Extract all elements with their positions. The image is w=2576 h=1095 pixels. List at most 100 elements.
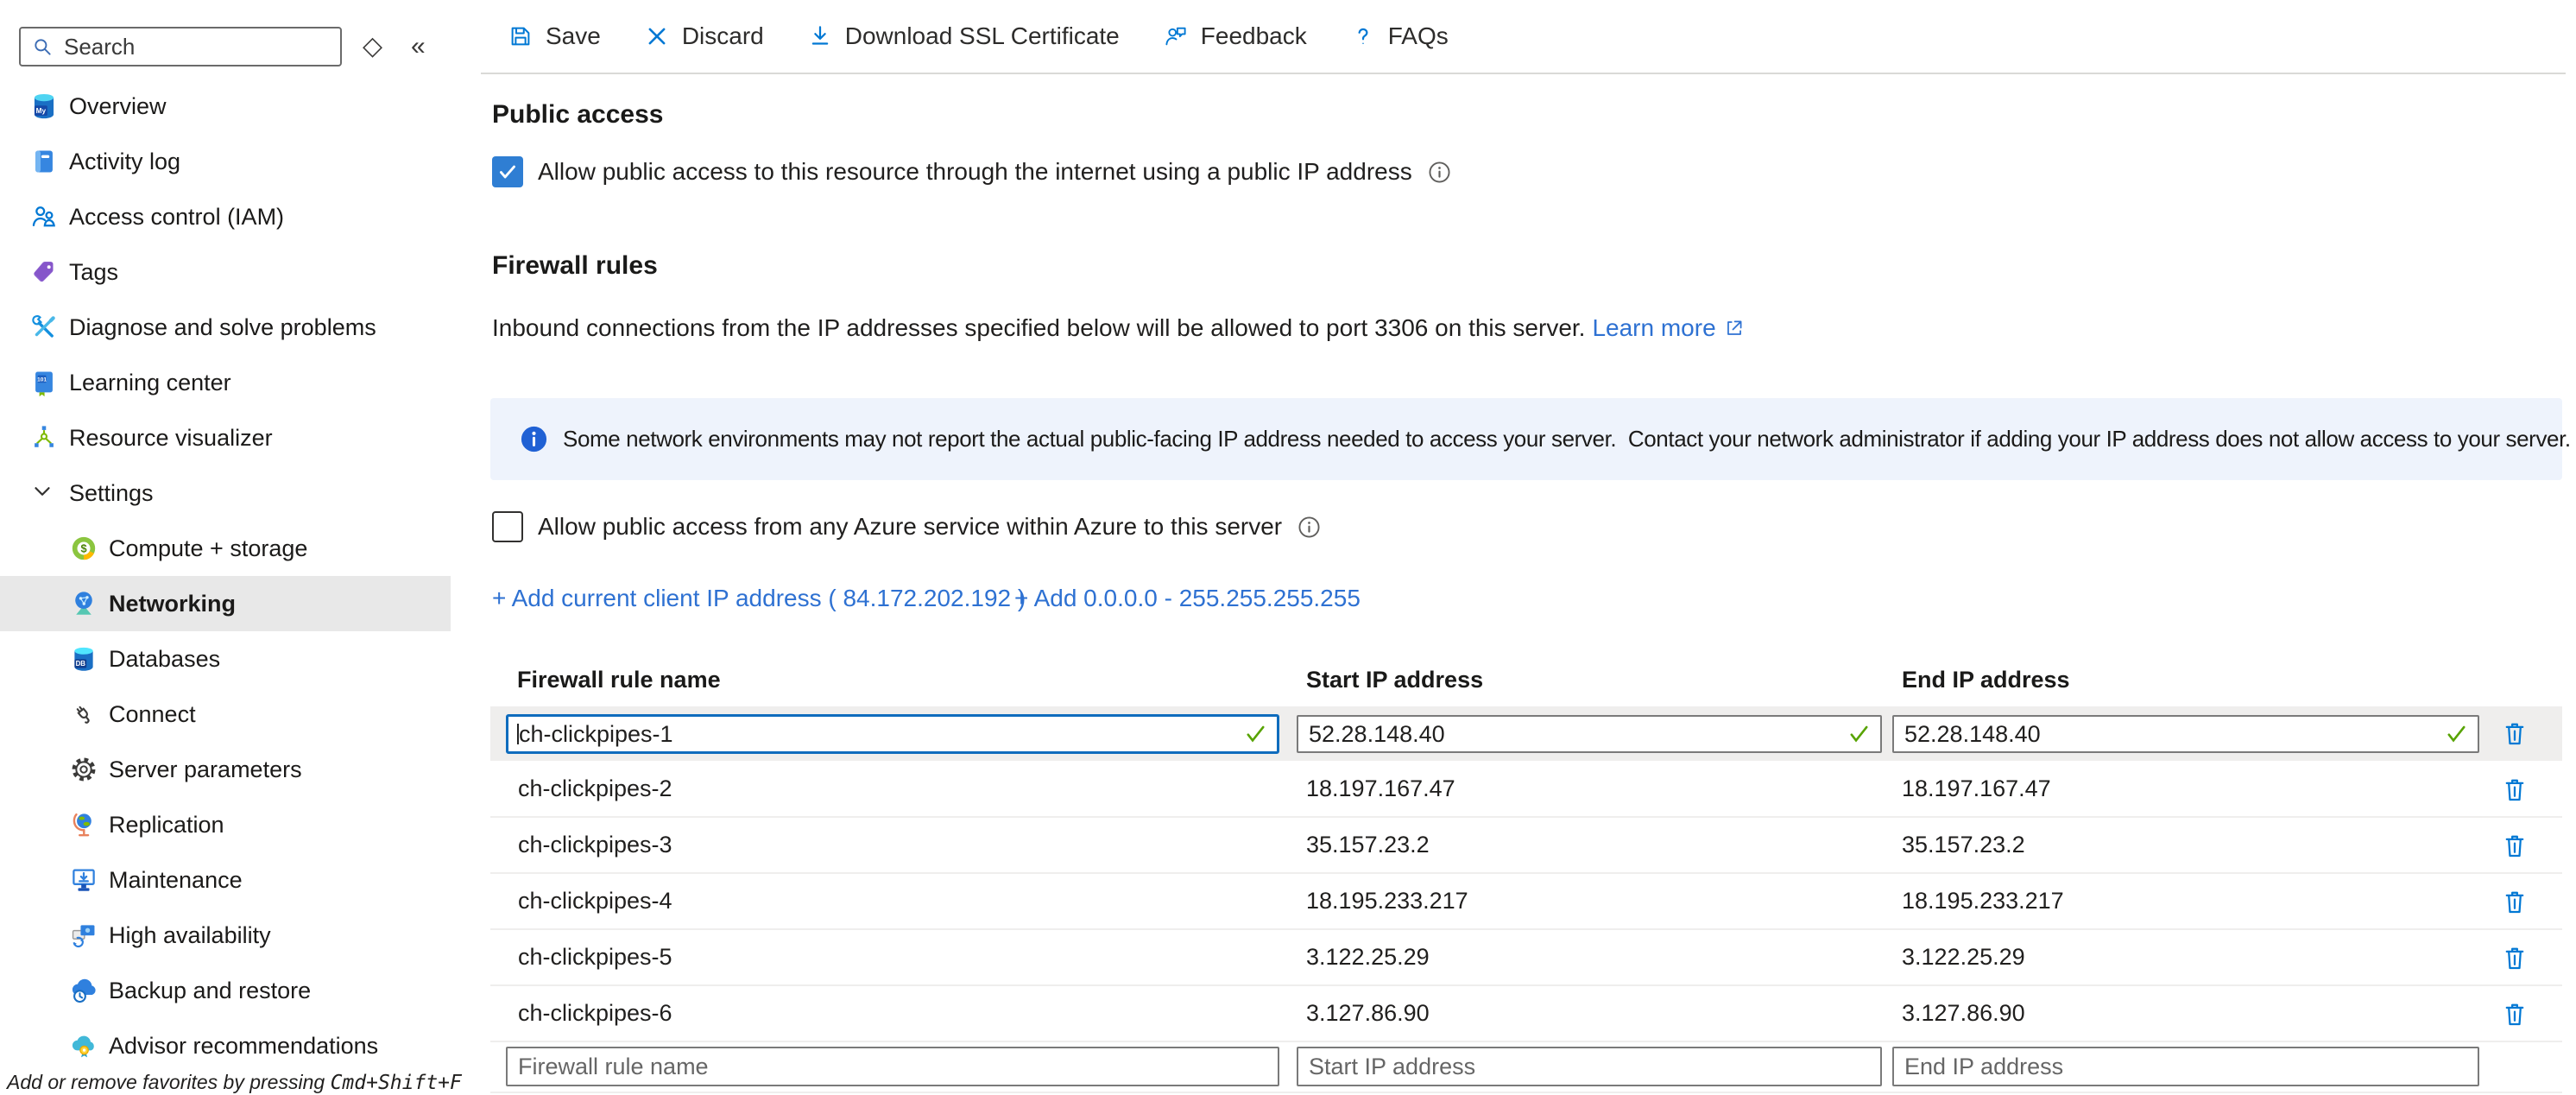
delete-rule-button[interactable] [2500,999,2529,1029]
access-control-icon [29,202,59,231]
sidebar-item-diagnose[interactable]: Diagnose and solve problems [0,300,451,355]
info-icon[interactable] [1297,516,1321,539]
info-icon[interactable] [1428,161,1451,184]
sidebar-item-advisor-recommendations[interactable]: Advisor recommendations [0,1018,451,1073]
sidebar-item-label: Advisor recommendations [109,1033,378,1060]
sidebar-item-activity-log[interactable]: Activity log [0,134,451,189]
end-ip-cell: 18.197.167.47 [1902,762,2051,816]
shortcut-keys: Cmd+Shift+F [331,1072,462,1094]
diagnose-tools-icon [29,313,59,342]
sidebar-item-overview[interactable]: My Overview [0,79,451,134]
replication-globe-icon [69,810,98,839]
end-ip-input-wrapper [1892,715,2479,753]
pin-diamond-icon[interactable]: ◇ [363,31,382,62]
column-header-start: Start IP address [1306,665,1483,694]
public-access-checkbox-row: Allow public access to this resource thr… [492,156,1451,187]
end-ip-cell: 3.127.86.90 [1902,986,2025,1041]
firewall-rules-heading: Firewall rules [492,251,658,281]
sidebar-item-backup-restore[interactable]: Backup and restore [0,963,451,1018]
compute-storage-icon: $ [69,534,98,563]
new-end-ip-wrapper [1892,1047,2479,1086]
sidebar-item-label: Server parameters [109,756,302,783]
plug-icon [69,699,98,729]
faqs-button[interactable]: FAQs [1342,17,1457,55]
sidebar-item-label: Resource visualizer [69,425,273,452]
firewall-rule-row: ch-clickpipes-2 18.197.167.47 18.197.167… [490,762,2562,818]
question-mark-icon [1350,23,1376,49]
sidebar-item-tags[interactable]: Tags [0,244,451,300]
delete-rule-button[interactable] [2500,775,2529,804]
sidebar-item-replication[interactable]: Replication [0,797,451,852]
command-bar: Save Discard Download SSL Certificate Fe… [481,0,1457,73]
public-access-checkbox[interactable] [492,156,523,187]
end-ip-cell: 3.122.25.29 [1902,930,2025,984]
delete-rule-button[interactable] [2500,831,2529,860]
save-icon [508,23,534,49]
favorites-footnote: Add or remove favorites by pressing Cmd+… [7,1071,462,1094]
new-end-ip-input[interactable] [1904,1054,2440,1080]
tag-icon [29,257,59,287]
sidebar-item-label: Networking [109,591,236,617]
sidebar-item-label: Tags [69,259,118,286]
delete-rule-button[interactable] [2500,718,2529,748]
start-ip-input[interactable] [1309,721,1842,748]
add-client-ip-link[interactable]: + Add current client IP address ( 84.172… [492,585,1026,611]
sidebar-item-label: Diagnose and solve problems [69,314,376,341]
azure-services-checkbox-label: Allow public access from any Azure servi… [538,513,1282,541]
sidebar-item-label: Activity log [69,149,180,175]
mysql-server-icon: My [29,92,59,121]
search-input[interactable] [64,34,331,60]
resource-tree-icon [29,423,59,453]
save-button[interactable]: Save [499,17,609,55]
download-ssl-certificate-button[interactable]: Download SSL Certificate [799,17,1128,55]
sidebar-item-label: Databases [109,646,220,673]
firewall-rule-row: ch-clickpipes-6 3.127.86.90 3.127.86.90 [490,986,2562,1042]
sidebar-item-maintenance[interactable]: Maintenance [0,852,451,908]
sidebar-item-connect[interactable]: Connect [0,687,451,742]
discard-button[interactable]: Discard [635,17,773,55]
svg-text:My: My [36,107,47,115]
add-all-ips-link[interactable]: + Add 0.0.0.0 - 255.255.255.255 [1014,586,1361,611]
public-access-heading: Public access [492,100,663,130]
start-ip-cell: 18.195.233.217 [1306,874,1468,928]
sidebar-item-label: Backup and restore [109,978,311,1004]
sidebar-item-learning-center[interactable]: 101 Learning center [0,355,451,410]
end-ip-cell: 18.195.233.217 [1902,874,2064,928]
sidebar-item-label: Compute + storage [109,535,307,562]
end-ip-input[interactable] [1904,721,2440,748]
feedback-button[interactable]: Feedback [1154,17,1316,55]
collapse-sidebar-icon[interactable]: « [411,31,426,62]
rule-name-input[interactable] [519,721,1239,748]
add-rule-links: + Add current client IP address ( 84.172… [492,586,1026,611]
sidebar-item-high-availability[interactable]: High availability [0,908,451,963]
sidebar-item-databases[interactable]: DB Databases [0,631,451,687]
sidebar-group-settings[interactable]: Settings [0,465,451,521]
new-start-ip-input[interactable] [1309,1054,1842,1080]
sidebar-item-server-parameters[interactable]: Server parameters [0,742,451,797]
new-rule-name-input[interactable] [518,1054,1240,1080]
rule-name-input-wrapper [506,714,1279,754]
delete-rule-button[interactable] [2500,887,2529,916]
start-ip-input-wrapper [1297,715,1882,753]
rule-name-cell: ch-clickpipes-2 [518,762,672,816]
azure-services-checkbox-row: Allow public access from any Azure servi… [492,511,1321,542]
rule-name-cell: ch-clickpipes-6 [518,986,672,1041]
azure-portal-page: ◇ « My Overview Activity log Access cont… [0,0,2576,1095]
start-ip-cell: 18.197.167.47 [1306,762,1455,816]
feedback-icon [1163,23,1189,49]
external-link-icon [1723,317,1746,339]
sidebar-item-compute-storage[interactable]: $ Compute + storage [0,521,451,576]
sidebar-item-networking[interactable]: Networking [0,576,451,631]
info-filled-icon [521,426,547,453]
svg-text:101: 101 [37,377,47,383]
azure-services-checkbox[interactable] [492,511,523,542]
svg-text:DB: DB [76,660,86,668]
sidebar-item-resource-visualizer[interactable]: Resource visualizer [0,410,451,465]
public-access-checkbox-label: Allow public access to this resource thr… [538,158,1412,186]
delete-rule-button[interactable] [2500,943,2529,972]
column-header-name: Firewall rule name [517,665,721,694]
learn-more-link[interactable]: Learn more [1592,314,1745,342]
new-rule-row [490,1038,2562,1093]
sidebar-item-access-control[interactable]: Access control (IAM) [0,189,451,244]
maintenance-monitor-icon [69,865,98,895]
